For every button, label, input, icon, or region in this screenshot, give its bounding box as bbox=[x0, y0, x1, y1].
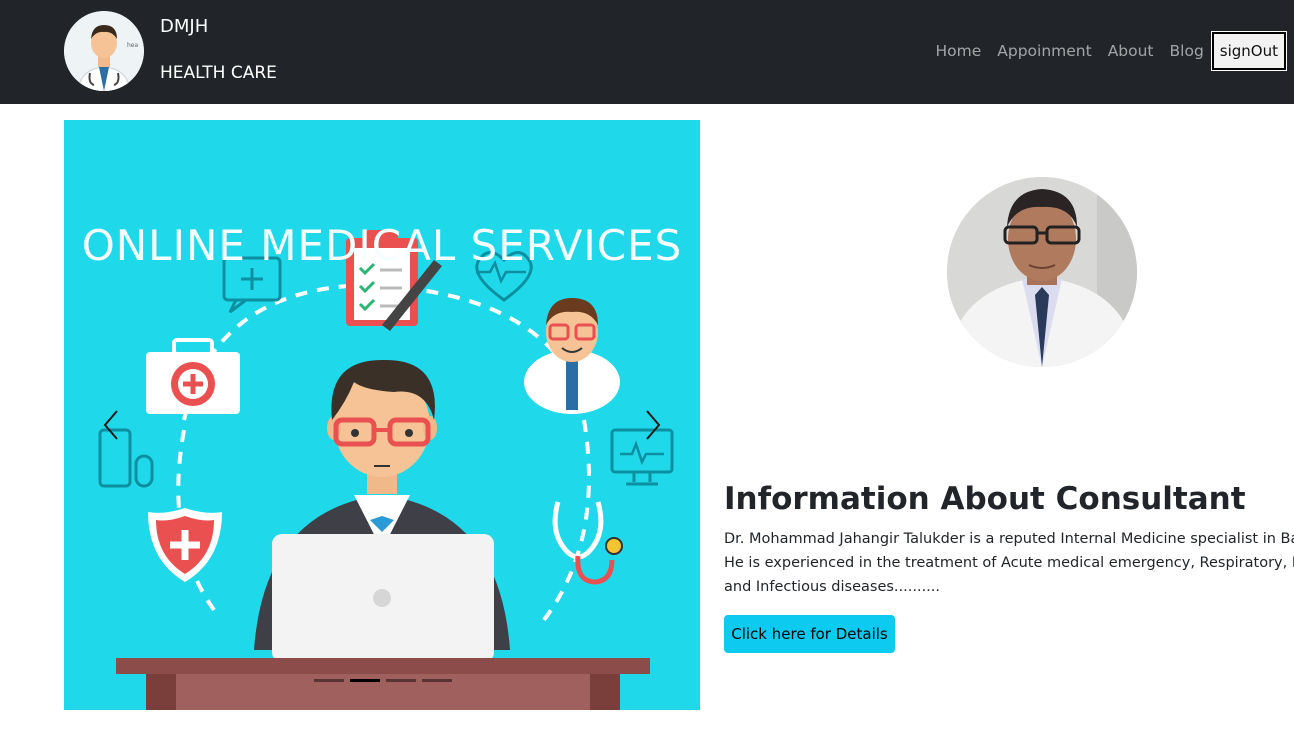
carousel-prev-button[interactable] bbox=[97, 405, 127, 445]
doctor-avatar-icon: hea bbox=[64, 11, 144, 91]
carousel-next-button[interactable] bbox=[637, 405, 667, 445]
details-button[interactable]: Click here for Details bbox=[724, 615, 895, 653]
doctor-photo bbox=[947, 177, 1137, 367]
consultant-photo bbox=[947, 177, 1137, 367]
consultant-description-line: He is experienced in the treatment of Ac… bbox=[724, 555, 1294, 571]
online-medical-services-illustration bbox=[98, 230, 674, 710]
carousel-indicator[interactable] bbox=[422, 679, 452, 682]
brand-logo[interactable]: hea bbox=[64, 11, 144, 91]
nav-links: Home Appoinment About Blog signOut bbox=[935, 31, 1288, 71]
consultant-description-line: and Infectious diseases.......... bbox=[724, 579, 941, 595]
svg-text:hea: hea bbox=[127, 42, 138, 49]
consultant-description: Dr. Mohammad Jahangir Talukder is a repu… bbox=[724, 527, 1294, 599]
signout-button[interactable]: signOut bbox=[1210, 31, 1288, 71]
carousel-indicator-active[interactable] bbox=[350, 679, 380, 682]
brand-title[interactable]: DMJH bbox=[160, 16, 208, 37]
navbar: hea DMJH HEALTH CARE Home Appoinment Abo… bbox=[0, 0, 1294, 104]
carousel: ONLINE MEDICAL SERVICES bbox=[64, 120, 700, 710]
chevron-right-icon bbox=[646, 410, 661, 440]
carousel-slide-title: ONLINE MEDICAL SERVICES bbox=[81, 221, 683, 270]
consultant-description-line: Dr. Mohammad Jahangir Talukder is a repu… bbox=[724, 531, 1294, 547]
nav-link-home[interactable]: Home bbox=[935, 42, 981, 60]
brand-subtitle: HEALTH CARE bbox=[160, 63, 277, 83]
carousel-indicator[interactable] bbox=[314, 679, 344, 682]
carousel-indicator[interactable] bbox=[386, 679, 416, 682]
chevron-left-icon bbox=[103, 410, 118, 440]
nav-link-about[interactable]: About bbox=[1108, 42, 1154, 60]
consultant-heading: Information About Consultant bbox=[724, 481, 1246, 517]
nav-link-blog[interactable]: Blog bbox=[1170, 42, 1204, 60]
nav-link-appoinment[interactable]: Appoinment bbox=[997, 42, 1091, 60]
carousel-indicators bbox=[314, 679, 452, 682]
